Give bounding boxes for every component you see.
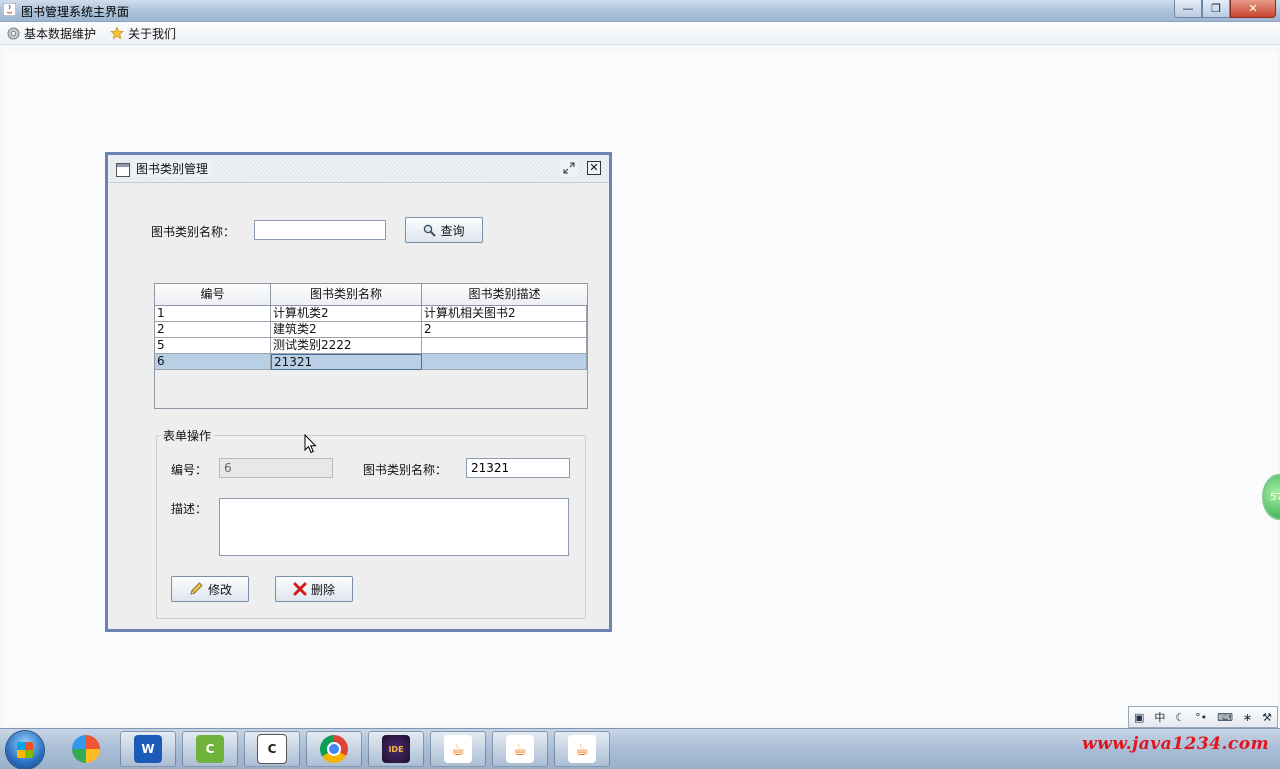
- ime-toolbar: ▣ 中 ☾ °• ⌨ ∗ ⚒: [1128, 706, 1278, 728]
- frame-close-button[interactable]: ✕: [587, 161, 601, 175]
- table-row[interactable]: 1 计算机类2 计算机相关图书2: [155, 306, 587, 322]
- close-icon: ✕: [1248, 2, 1258, 15]
- search-button-label: 查询: [440, 223, 465, 238]
- cell-name[interactable]: 21321: [271, 354, 422, 370]
- name-field[interactable]: [466, 458, 570, 478]
- delete-button-label: 删除: [310, 582, 335, 597]
- site-watermark: www.java1234.com: [1082, 734, 1270, 754]
- minimize-icon: —: [1182, 2, 1194, 15]
- ime-moon-icon[interactable]: ☾: [1175, 711, 1185, 724]
- cell-name[interactable]: 建筑类2: [271, 322, 422, 338]
- frame-restore-button[interactable]: [560, 159, 578, 177]
- window-title: 图书管理系统主界面: [21, 5, 130, 19]
- ime-settings-icon[interactable]: ∗: [1243, 711, 1252, 724]
- taskbar-app-wps[interactable]: W: [120, 731, 176, 767]
- cell-desc[interactable]: 计算机相关图书2: [422, 306, 587, 322]
- maximize-button[interactable]: ❐: [1202, 0, 1230, 18]
- search-button[interactable]: 查询: [405, 217, 483, 243]
- table-row[interactable]: 5 测试类别2222: [155, 338, 587, 354]
- window-titlebar[interactable]: 图书管理系统主界面 — ❐ ✕: [0, 0, 1280, 22]
- table-body: 1 计算机类2 计算机相关图书2 2 建筑类2 2 5 测试类别2222 6 2…: [155, 306, 587, 370]
- cell-name[interactable]: 计算机类2: [271, 306, 422, 322]
- taskbar-app-java-3[interactable]: ☕: [554, 731, 610, 767]
- table-row[interactable]: 2 建筑类2 2: [155, 322, 587, 338]
- frame-title: 图书类别管理: [132, 160, 213, 177]
- menu-about-us[interactable]: 关于我们: [110, 25, 176, 42]
- camtasia-icon: C: [196, 735, 224, 763]
- cell-name[interactable]: 测试类别2222: [271, 338, 422, 354]
- picasa-icon: [72, 735, 100, 763]
- cell-desc[interactable]: 2: [422, 322, 587, 338]
- taskbar-app-java-2[interactable]: ☕: [492, 731, 548, 767]
- taskbar-app-camtasia-1[interactable]: C: [182, 731, 238, 767]
- ime-chinese-mode[interactable]: 中: [1154, 709, 1165, 725]
- cell-id[interactable]: 2: [155, 322, 271, 338]
- wps-writer-icon: W: [134, 735, 162, 763]
- modify-button-label: 修改: [207, 582, 232, 597]
- camtasia-icon: C: [257, 734, 287, 764]
- cell-id[interactable]: 5: [155, 338, 271, 354]
- taskbar-app-eclipse[interactable]: IDE: [368, 731, 424, 767]
- cell-desc[interactable]: [422, 354, 587, 370]
- table-header: 编号 图书类别名称 图书类别描述: [155, 284, 587, 306]
- form-operations-group: 表单操作 编号： 图书类别名称： 描述： 修改 删除: [156, 427, 586, 619]
- form-legend: 表单操作: [161, 427, 214, 444]
- name-label: 图书类别名称：: [363, 463, 448, 477]
- window-controls: — ❐ ✕: [1174, 0, 1276, 18]
- java-icon: ☕: [444, 735, 472, 763]
- delete-button[interactable]: 删除: [275, 576, 353, 602]
- ime-wrench-icon[interactable]: ⚒: [1262, 711, 1272, 724]
- ime-punct-icon[interactable]: °•: [1195, 711, 1207, 724]
- category-table: 编号 图书类别名称 图书类别描述 1 计算机类2 计算机相关图书2 2 建筑类2…: [154, 283, 588, 409]
- eclipse-ide-icon: IDE: [382, 735, 410, 763]
- mouse-cursor-icon: [304, 434, 317, 454]
- menu-basic-data-label: 基本数据维护: [24, 26, 97, 41]
- pencil-icon: [188, 581, 204, 597]
- column-header-id[interactable]: 编号: [155, 284, 271, 305]
- search-icon: [423, 224, 437, 237]
- frame-titlebar[interactable]: 图书类别管理 ✕: [108, 155, 609, 183]
- start-button[interactable]: [6, 731, 44, 769]
- minimize-button[interactable]: —: [1174, 0, 1202, 18]
- star-icon: [110, 26, 124, 40]
- restore-icon: [563, 162, 575, 174]
- floating-badge: 57: [1270, 491, 1280, 503]
- book-category-frame: 图书类别管理 ✕ 图书类别名称： 查询 编号 图书类别名称 图书类别描述 1 计…: [105, 152, 612, 632]
- desc-textarea[interactable]: [219, 498, 569, 556]
- java-icon: ☕: [568, 735, 596, 763]
- gear-icon: [6, 26, 20, 40]
- java-app-icon: [3, 3, 16, 16]
- frame-icon: [116, 163, 130, 177]
- id-label: 编号：: [171, 463, 208, 477]
- close-icon: ✕: [589, 161, 599, 174]
- search-name-label: 图书类别名称：: [151, 225, 236, 239]
- taskbar-app-chrome[interactable]: [306, 731, 362, 767]
- ime-logo-icon[interactable]: ▣: [1134, 711, 1144, 724]
- cell-desc[interactable]: [422, 338, 587, 354]
- taskbar-app-java-1[interactable]: ☕: [430, 731, 486, 767]
- java-icon: ☕: [506, 735, 534, 763]
- chrome-center-icon: [327, 742, 341, 756]
- delete-x-icon: [293, 582, 307, 596]
- cell-id[interactable]: 6: [155, 354, 271, 370]
- menu-about-us-label: 关于我们: [128, 26, 177, 41]
- ime-keyboard-icon[interactable]: ⌨: [1217, 711, 1233, 724]
- id-field: [219, 458, 333, 478]
- cell-id[interactable]: 1: [155, 306, 271, 322]
- column-header-name[interactable]: 图书类别名称: [271, 284, 422, 305]
- taskbar-app-camtasia-2[interactable]: C: [244, 731, 300, 767]
- column-header-desc[interactable]: 图书类别描述: [422, 284, 587, 305]
- menu-basic-data[interactable]: 基本数据维护: [6, 25, 96, 42]
- close-button[interactable]: ✕: [1230, 0, 1276, 18]
- taskbar-app-picasa[interactable]: [58, 731, 114, 767]
- search-name-input[interactable]: [254, 220, 386, 240]
- restore-icon: ❐: [1211, 2, 1221, 15]
- menubar: 基本数据维护 关于我们: [0, 22, 1280, 45]
- table-row-selected[interactable]: 6 21321: [155, 354, 587, 370]
- chrome-icon: [320, 735, 348, 763]
- desc-label: 描述：: [171, 502, 208, 516]
- modify-button[interactable]: 修改: [171, 576, 249, 602]
